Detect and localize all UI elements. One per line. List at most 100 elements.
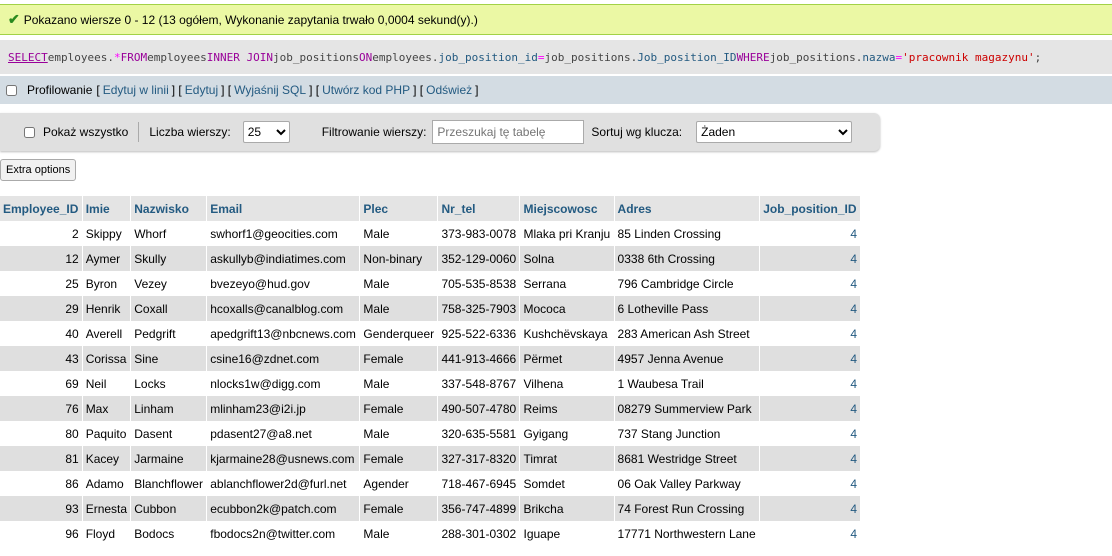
cell-plec: Male xyxy=(359,221,439,246)
cell-employee-id: 12 xyxy=(0,246,83,271)
bracket: ] [ xyxy=(309,83,320,97)
column-header-miejscowosc[interactable]: Miejscowosc xyxy=(519,196,615,221)
divider xyxy=(138,122,140,142)
column-header-adres[interactable]: Adres xyxy=(614,196,761,221)
cell-job-position-id[interactable]: 4 xyxy=(759,446,861,471)
column-header-email[interactable]: Email xyxy=(206,196,361,221)
edit-link[interactable]: Edytuj xyxy=(185,83,218,97)
table-row[interactable]: 43 Corissa Sine csine16@zdnet.com Female 441-… xyxy=(0,346,861,371)
cell-imie: Adamo xyxy=(82,471,132,496)
cell-nr-tel: 490-507-4780 xyxy=(437,396,521,421)
table-row[interactable]: 81 Kacey Jarmaine kjarmaine28@usnews.com Fem… xyxy=(0,446,861,471)
sort-by-key-select[interactable]: Żaden xyxy=(696,121,853,143)
cell-imie: Byron xyxy=(82,271,132,296)
cell-miejscowosc: Gyigang xyxy=(519,421,615,446)
cell-job-position-id[interactable]: 4 xyxy=(759,221,861,246)
create-php-link[interactable]: Utwórz kod PHP xyxy=(322,83,410,97)
cell-adres: 0338 6th Crossing xyxy=(614,246,761,271)
cell-miejscowosc: Vilhena xyxy=(519,371,615,396)
cell-adres: 796 Cambridge Circle xyxy=(614,271,761,296)
table-row[interactable]: 76 Max Linham mlinham23@i2i.jp Female 490-507… xyxy=(0,396,861,421)
table-row[interactable]: 86 Adamo Blanchflower ablanchflower2d@furl.… xyxy=(0,471,861,496)
cell-nazwisko: Dasent xyxy=(130,421,208,446)
column-header-nr-tel[interactable]: Nr_tel xyxy=(437,196,521,221)
cell-adres: 4957 Jenna Avenue xyxy=(614,346,761,371)
cell-job-position-id[interactable]: 4 xyxy=(759,521,861,546)
cell-job-position-id[interactable]: 4 xyxy=(759,271,861,296)
cell-nazwisko: Cubbon xyxy=(130,496,208,521)
column-header-imie[interactable]: Imie xyxy=(82,196,132,221)
cell-employee-id: 93 xyxy=(0,496,83,521)
cell-employee-id: 81 xyxy=(0,446,83,471)
sql-text: job_positions. xyxy=(769,50,863,64)
cell-adres: 08279 Summerview Park xyxy=(614,396,761,421)
cell-nazwisko: Skully xyxy=(130,246,208,271)
cell-email: pdasent27@a8.net xyxy=(206,421,361,446)
cell-email: ablanchflower2d@furl.net xyxy=(206,471,361,496)
table-row[interactable]: 29 Henrik Coxall hcoxalls@canalblog.com Male… xyxy=(0,296,861,321)
cell-plec: Female xyxy=(359,496,439,521)
profiling-checkbox[interactable] xyxy=(6,84,17,96)
table-row[interactable]: 12 Aymer Skully askullyb@indiatimes.com Non-… xyxy=(0,246,861,271)
cell-nazwisko: Vezey xyxy=(130,271,208,296)
column-header-employee-id[interactable]: Employee_ID xyxy=(0,196,83,221)
cell-plec: Genderqueer xyxy=(359,321,439,346)
show-all-checkbox[interactable] xyxy=(24,126,35,138)
sql-on-keyword: ON xyxy=(359,50,373,64)
refresh-link[interactable]: Odśwież xyxy=(426,83,472,97)
cell-job-position-id[interactable]: 4 xyxy=(759,246,861,271)
table-row[interactable]: 25 Byron Vezey bvezeyo@hud.gov Male 705-535-8… xyxy=(0,271,861,296)
cell-nazwisko: Coxall xyxy=(130,296,208,321)
sql-where-keyword: WHERE xyxy=(736,50,770,64)
cell-imie: Max xyxy=(82,396,132,421)
column-header-plec[interactable]: Plec xyxy=(359,196,439,221)
cell-employee-id: 29 xyxy=(0,296,83,321)
cell-nr-tel: 337-548-8767 xyxy=(437,371,521,396)
cell-miejscowosc: Reims xyxy=(519,396,615,421)
cell-job-position-id[interactable]: 4 xyxy=(759,321,861,346)
table-row[interactable]: 69 Neil Locks nlocks1w@digg.com Male 337-548-… xyxy=(0,371,861,396)
cell-imie: Corissa xyxy=(82,346,132,371)
cell-miejscowosc: Mlaka pri Kranju xyxy=(519,221,615,246)
inline-edit-link[interactable]: Edytuj w linii xyxy=(103,83,169,97)
cell-miejscowosc: Timrat xyxy=(519,446,615,471)
cell-adres: 74 Forest Run Crossing xyxy=(614,496,761,521)
sql-select-keyword[interactable]: SELECT xyxy=(8,51,48,64)
cell-email: fbodocs2n@twitter.com xyxy=(206,521,361,546)
cell-email: mlinham23@i2i.jp xyxy=(206,396,361,421)
cell-employee-id: 69 xyxy=(0,371,83,396)
table-row[interactable]: 93 Ernesta Cubbon ecubbon2k@patch.com Female… xyxy=(0,496,861,521)
cell-adres: 06 Oak Valley Parkway xyxy=(614,471,761,496)
cell-nr-tel: 925-522-6336 xyxy=(437,321,521,346)
cell-job-position-id[interactable]: 4 xyxy=(759,371,861,396)
sql-string: 'pracownik magazynu' xyxy=(902,50,1035,64)
sql-field: job_position_id xyxy=(438,50,538,64)
bracket: ] [ xyxy=(413,83,424,97)
column-header-job-position-id[interactable]: Job_position_ID xyxy=(759,196,861,221)
bracket: [ xyxy=(96,83,100,97)
sql-text: job_positions. xyxy=(544,50,638,64)
table-row[interactable]: 80 Paquito Dasent pdasent27@a8.net Male 320-6… xyxy=(0,421,861,446)
filter-rows-input[interactable] xyxy=(432,120,585,144)
cell-miejscowosc: Serrana xyxy=(519,271,615,296)
extra-options-button[interactable]: Extra options xyxy=(0,159,77,181)
cell-miejscowosc: Iguape xyxy=(519,521,615,546)
table-row[interactable]: 40 Averell Pedgrift apedgrift13@nbcnews.com… xyxy=(0,321,861,346)
cell-adres: 737 Stang Junction xyxy=(614,421,761,446)
table-row[interactable]: 2 Skippy Whorf swhorf1@geocities.com Male 373… xyxy=(0,221,861,246)
cell-job-position-id[interactable]: 4 xyxy=(759,396,861,421)
explain-sql-link[interactable]: Wyjaśnij SQL xyxy=(234,83,306,97)
cell-job-position-id[interactable]: 4 xyxy=(759,346,861,371)
table-row[interactable]: 96 Floyd Bodocs fbodocs2n@twitter.com Male 28… xyxy=(0,521,861,546)
cell-job-position-id[interactable]: 4 xyxy=(759,496,861,521)
column-header-nazwisko[interactable]: Nazwisko xyxy=(130,196,208,221)
cell-nr-tel: 705-535-8538 xyxy=(437,271,521,296)
filter-rows-label: Filtrowanie wierszy: xyxy=(321,125,427,139)
cell-job-position-id[interactable]: 4 xyxy=(759,421,861,446)
cell-job-position-id[interactable]: 4 xyxy=(759,471,861,496)
cell-email: askullyb@indiatimes.com xyxy=(206,246,361,271)
cell-adres: 85 Linden Crossing xyxy=(614,221,761,246)
cell-job-position-id[interactable]: 4 xyxy=(759,296,861,321)
rows-count-select[interactable]: 25 xyxy=(242,121,290,143)
cell-email: csine16@zdnet.com xyxy=(206,346,361,371)
